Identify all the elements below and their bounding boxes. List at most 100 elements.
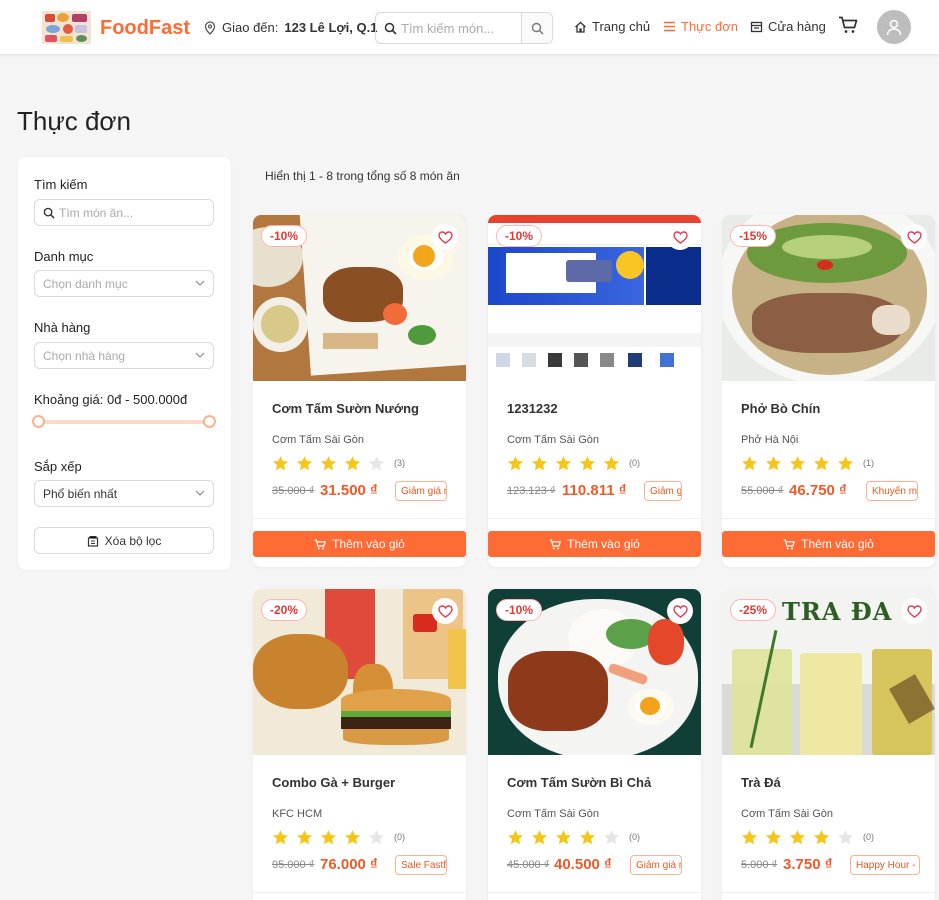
user-avatar[interactable]	[877, 10, 911, 44]
delivery-address-value: 123 Lê Lợi, Q.1	[284, 20, 378, 35]
delivery-address[interactable]: Giao đến: 123 Lê Lợi, Q.1	[204, 20, 377, 35]
discount-badge: -10%	[261, 225, 308, 247]
brand-name[interactable]: FoodFast	[100, 17, 190, 40]
star-icon	[344, 456, 361, 471]
clear-filters-button[interactable]: Xóa bộ lọc	[34, 527, 214, 554]
sale-price: 40.500 ₫	[554, 856, 612, 873]
price-max-handle[interactable]	[203, 415, 216, 428]
rating-stars: (0)	[507, 829, 640, 845]
nav-menu[interactable]: Thực đơn	[663, 19, 738, 34]
chevron-down-icon	[195, 352, 205, 358]
nav-menu-label: Thực đơn	[681, 19, 738, 34]
product-name[interactable]: 1231232	[507, 401, 558, 416]
filter-search-input[interactable]: Tìm món ăn...	[34, 199, 214, 226]
product-restaurant: Cơm Tấm Sài Gòn	[507, 808, 599, 820]
favorite-button[interactable]	[667, 598, 693, 624]
favorite-button[interactable]	[432, 598, 458, 624]
nav-home[interactable]: Trang chủ	[574, 19, 650, 34]
store-icon	[750, 21, 763, 32]
category-select[interactable]: Chọn danh mục	[34, 270, 214, 297]
star-icon	[765, 830, 782, 845]
discount-badge: -15%	[730, 225, 777, 247]
product-card[interactable]: -20% Combo Gà + Burger KFC HCM (0) 95.000 ₫ 7…	[253, 589, 466, 900]
sale-price: 31.500 ₫	[320, 482, 378, 499]
favorite-button[interactable]	[901, 598, 927, 624]
old-price: 35.000 ₫	[272, 485, 315, 497]
restaurant-select[interactable]: Chọn nhà hàng	[34, 342, 214, 369]
menu-icon	[664, 21, 675, 32]
star-icon	[368, 830, 385, 845]
rating-stars: (3)	[272, 455, 405, 471]
review-count: (3)	[394, 458, 405, 468]
star-icon	[741, 456, 758, 471]
discount-badge: -25%	[730, 599, 777, 621]
sale-price: 76.000 ₫	[320, 856, 378, 873]
brand-logo-image[interactable]	[42, 11, 91, 44]
star-icon	[507, 830, 524, 845]
star-icon	[272, 456, 289, 471]
product-card[interactable]: TRA ĐA -25% Trà Đá Cơm Tấm Sài Gòn (0) 5.000 …	[722, 589, 935, 900]
clear-filters-label: Xóa bộ lọc	[104, 533, 162, 548]
product-name[interactable]: Combo Gà + Burger	[272, 775, 395, 790]
price-min-handle[interactable]	[32, 415, 45, 428]
product-name[interactable]: Cơm Tấm Sườn Nướng	[272, 401, 419, 416]
header-search-input[interactable]	[398, 13, 518, 43]
star-icon	[531, 456, 548, 471]
heart-icon	[906, 604, 922, 618]
favorite-button[interactable]	[667, 224, 693, 250]
promo-tag: Giảm giá n	[630, 855, 682, 875]
favorite-button[interactable]	[432, 224, 458, 250]
star-icon	[837, 456, 854, 471]
product-card[interactable]: -15% Phở Bò Chín Phở Hà Nội (1) 55.000 ₫ 46.7…	[722, 215, 935, 567]
card-divider	[253, 892, 466, 893]
star-icon	[507, 456, 524, 471]
price-range-slider[interactable]	[38, 420, 210, 424]
star-icon	[272, 830, 289, 845]
rating-stars: (0)	[272, 829, 405, 845]
review-count: (0)	[629, 458, 640, 468]
sort-select[interactable]: Phổ biến nhất	[34, 480, 214, 507]
product-restaurant: Cơm Tấm Sài Gòn	[272, 434, 364, 446]
heart-icon	[672, 604, 688, 618]
add-to-cart-label: Thêm vào giỏ	[801, 537, 874, 551]
heart-icon	[906, 230, 922, 244]
star-icon	[837, 830, 854, 845]
add-to-cart-button[interactable]: Thêm vào giỏ	[488, 531, 701, 557]
product-restaurant: KFC HCM	[272, 808, 323, 820]
delivery-label: Giao đến:	[222, 20, 279, 35]
promo-tag: Giảm g	[644, 481, 682, 501]
product-restaurant: Cơm Tấm Sài Gòn	[507, 434, 599, 446]
star-icon	[555, 456, 572, 471]
heart-icon	[672, 230, 688, 244]
chevron-down-icon	[195, 280, 205, 286]
promo-tag: Sale Fastfo	[395, 855, 447, 875]
nav-store[interactable]: Cửa hàng	[750, 19, 826, 34]
add-to-cart-label: Thêm vào giỏ	[332, 537, 405, 551]
product-restaurant: Cơm Tấm Sài Gòn	[741, 808, 833, 820]
product-card[interactable]: -10% 1231232 Cơm Tấm Sài Gòn (0) 123.123 ₫ 11…	[488, 215, 701, 567]
star-icon	[320, 830, 337, 845]
product-card[interactable]: -10% Cơm Tấm Sườn Nướng Cơm Tấm Sài Gòn (3)…	[253, 215, 466, 567]
review-count: (1)	[863, 458, 874, 468]
category-select-placeholder: Chọn danh mục	[43, 276, 128, 291]
filter-search-placeholder: Tìm món ăn...	[59, 205, 134, 220]
filter-category-label: Danh mục	[34, 249, 94, 264]
favorite-button[interactable]	[901, 224, 927, 250]
add-to-cart-button[interactable]: Thêm vào giỏ	[722, 531, 935, 557]
product-card[interactable]: -10% Cơm Tấm Sườn Bì Chả Cơm Tấm Sài Gòn (0…	[488, 589, 701, 900]
restaurant-select-placeholder: Chọn nhà hàng	[43, 348, 126, 363]
cart-icon	[549, 538, 562, 549]
filter-restaurant-label: Nhà hàng	[34, 320, 91, 335]
card-divider	[253, 518, 466, 519]
nav-home-label: Trang chủ	[592, 19, 651, 34]
product-name[interactable]: Phở Bò Chín	[741, 401, 820, 416]
cart-button[interactable]	[838, 16, 858, 39]
chevron-down-icon	[195, 490, 205, 496]
results-count: Hiển thị 1 - 8 trong tổng số 8 món ăn	[265, 169, 460, 183]
old-price: 45.000 ₫	[507, 859, 550, 871]
search-submit-button[interactable]	[521, 13, 552, 43]
add-to-cart-button[interactable]: Thêm vào giỏ	[253, 531, 466, 557]
product-name[interactable]: Cơm Tấm Sườn Bì Chả	[507, 775, 651, 790]
product-name[interactable]: Trà Đá	[741, 775, 781, 790]
review-count: (0)	[394, 832, 405, 842]
